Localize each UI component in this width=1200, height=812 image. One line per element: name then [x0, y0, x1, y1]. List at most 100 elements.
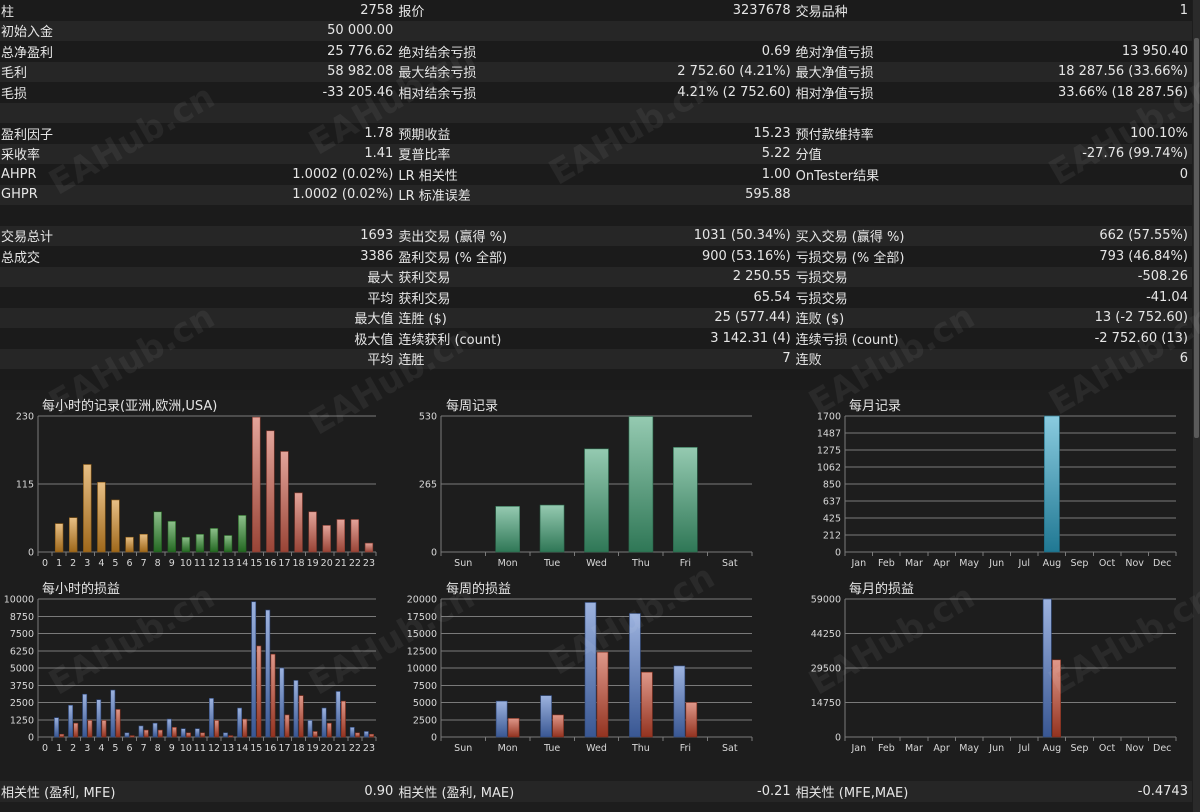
stat-label: 连败 ($)	[795, 312, 845, 328]
stat-value: 3 142.31 (4)	[710, 330, 791, 346]
stat-cell: 总成交 3386	[0, 246, 397, 267]
chart-bar	[115, 709, 121, 738]
chart-bar	[270, 653, 276, 738]
stat-cell: 亏损交易 -41.04	[795, 287, 1192, 308]
stat-value: -33 205.46	[322, 84, 394, 100]
stat-cell: 绝对净值亏损 13 950.40	[795, 41, 1192, 62]
chart-bar	[596, 651, 609, 738]
x-tick-label: Jun	[988, 743, 1004, 754]
y-tick-label: 29500	[811, 664, 841, 675]
stat-label: 预期收益	[398, 127, 451, 143]
chart-bar	[97, 481, 106, 553]
stat-label: 分值	[795, 148, 822, 164]
stat-cell: 获利交易 65.54	[397, 287, 794, 308]
x-tick-label: 17	[278, 558, 290, 569]
y-tick-label: 0	[431, 733, 437, 744]
y-tick-label: 20000	[407, 595, 437, 606]
x-tick-label: Oct	[1099, 558, 1116, 569]
stats-table: 柱 2758 报价 3237678 交易品种 1 初始入金 50 000.00 总净盈利 25 7…	[0, 0, 1192, 390]
x-tick-label: Sun	[454, 743, 472, 754]
x-tick-label: Thu	[631, 558, 650, 569]
y-tick-label: 5000	[413, 698, 437, 709]
stat-label: 初始入金	[1, 25, 54, 41]
y-tick-label: 59000	[811, 595, 841, 606]
x-tick-label: 6	[127, 743, 133, 754]
correlation-row: 相关性 (盈利, MFE) 0.90 相关性 (盈利, MAE) -0.21 相关性 (…	[0, 781, 1192, 802]
y-tick-label: 7500	[10, 629, 34, 640]
stats-row	[0, 102, 1192, 124]
stat-cell: 买入交易 (赢得 %) 662 (57.55%)	[795, 226, 1192, 247]
stat-value: 15.23	[753, 125, 791, 141]
x-tick-label: 14	[236, 743, 248, 754]
y-tick-label: 2500	[413, 715, 437, 726]
stat-label: 最大结余亏损	[398, 66, 477, 82]
stat-cell	[0, 103, 397, 124]
chart-bar	[284, 714, 290, 738]
x-tick-label: 13	[222, 743, 234, 754]
chart-bar	[153, 511, 162, 553]
x-tick-label: 21	[335, 743, 347, 754]
chart-bar	[355, 732, 360, 738]
chart-bar	[280, 451, 289, 553]
x-tick-label: Sat	[722, 558, 738, 569]
chart-bar	[59, 733, 65, 738]
stat-label: 报价	[398, 4, 425, 20]
chart-bar	[152, 722, 158, 738]
x-tick-label: Jun	[988, 558, 1004, 569]
stat-label: LR 标准误差	[398, 189, 471, 205]
x-tick-label: 17	[278, 743, 290, 754]
stat-value: 595.88	[745, 187, 791, 203]
y-tick-label: 15000	[407, 629, 437, 640]
stat-value: 1	[1179, 2, 1188, 18]
x-tick-label: Fri	[680, 558, 691, 569]
y-tick-label: 637	[823, 497, 841, 508]
stat-label: 连败	[795, 353, 822, 369]
stat-cell: GHPR 1.0002 (0.02%)	[0, 185, 397, 206]
x-tick-label: 14	[236, 558, 248, 569]
stat-label: 平均	[367, 291, 394, 307]
chart-bar	[322, 525, 331, 553]
stat-label: 获利交易	[398, 271, 451, 287]
stat-label: 买入交易 (赢得 %)	[795, 230, 905, 246]
stats-row: 平均 连胜 7 连败 6	[0, 348, 1192, 370]
charts-svg: 01152300 1 2 3 4 5 6 7 8 9 10 11 12 13 14 15 16 17 18 19 20 2…	[4, 412, 1177, 754]
y-tick-label: 265	[419, 480, 437, 491]
stat-label: 亏损交易	[795, 291, 848, 307]
x-tick-label: Aug	[1043, 743, 1062, 754]
scrollbar-thumb[interactable]	[1194, 38, 1199, 438]
chart-bar	[363, 731, 369, 738]
chart-bar	[180, 728, 186, 738]
chart-bar	[629, 613, 641, 738]
x-tick-label: Thu	[631, 743, 650, 754]
stat-cell: 连胜 ($) 25 (577.44)	[397, 308, 794, 329]
stats-row: 柱 2758 报价 3237678 交易品种 1	[0, 0, 1192, 21]
stat-label: LR 相关性	[398, 168, 458, 184]
x-tick-label: 4	[98, 743, 104, 754]
stat-value: 900 (53.16%)	[701, 248, 791, 264]
vertical-scrollbar[interactable]	[1193, 0, 1200, 812]
x-tick-label: 2	[70, 558, 76, 569]
chart-bar	[673, 447, 698, 553]
stat-cell: 连败 6	[795, 349, 1192, 370]
chart-bar	[186, 732, 191, 738]
y-tick-label: 212	[823, 531, 841, 542]
chart-bar	[584, 602, 597, 738]
stat-cell: 卖出交易 (赢得 %) 1031 (50.34%)	[397, 226, 794, 247]
correlation-cell: 相关性 (盈利, MAE) -0.21	[397, 781, 794, 802]
y-tick-label: 1700	[817, 412, 841, 423]
charts-area: 每小时的记录(亚洲,欧洲,USA) 每周记录 每月记录 每小时的损益 每周的损益…	[0, 392, 1193, 776]
stat-value: -41.04	[1146, 289, 1188, 305]
x-tick-label: 20	[321, 743, 333, 754]
stat-value: 4.21% (2 752.60)	[677, 84, 791, 100]
y-tick-label: 5000	[10, 664, 34, 675]
chart-bar	[214, 720, 220, 738]
chart-bar	[308, 511, 317, 553]
x-tick-label: 18	[292, 743, 304, 754]
y-tick-label: 425	[823, 514, 841, 525]
chart-bar	[252, 416, 261, 553]
chart-bar	[194, 728, 200, 738]
stat-cell: 绝对结余亏损 0.69	[397, 41, 794, 62]
chart-title: 每周的损益	[446, 582, 512, 597]
stat-label: 绝对结余亏损	[398, 45, 477, 61]
chart-bar	[110, 689, 116, 738]
